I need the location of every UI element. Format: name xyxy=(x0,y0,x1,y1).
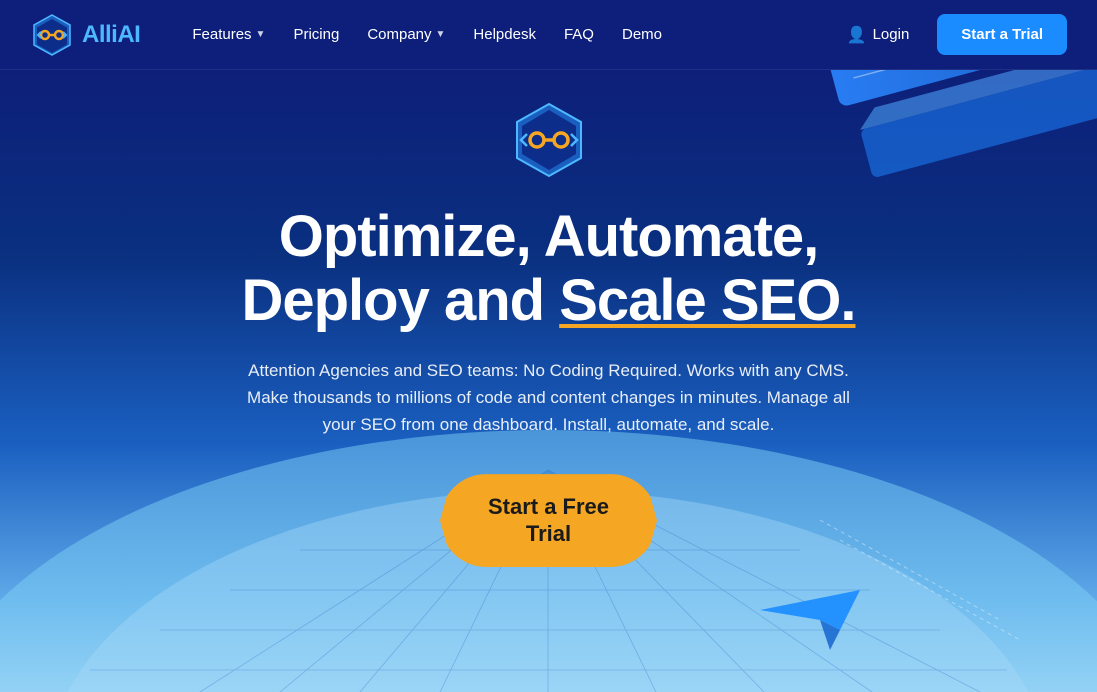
start-trial-button[interactable]: Start a Trial xyxy=(937,14,1067,55)
hero-headline: Optimize, Automate, Deploy and Scale SEO… xyxy=(239,205,859,333)
logo[interactable]: AlliAI xyxy=(30,13,140,57)
hero-subtitle: Attention Agencies and SEO teams: No Cod… xyxy=(239,357,859,439)
start-free-trial-button[interactable]: Start a FreeTrial xyxy=(440,474,657,567)
hero-content: Optimize, Automate, Deploy and Scale SEO… xyxy=(219,100,879,567)
features-dropdown-arrow: ▼ xyxy=(256,29,266,40)
login-button[interactable]: 👤 Login xyxy=(835,17,922,53)
logo-icon xyxy=(30,13,74,57)
nav-demo[interactable]: Demo xyxy=(610,18,674,51)
user-icon: 👤 xyxy=(847,25,867,45)
nav-right: 👤 Login Start a Trial xyxy=(835,14,1067,55)
navbar: AlliAI Features ▼ Pricing Company ▼ Help… xyxy=(0,0,1097,70)
nav-helpdesk[interactable]: Helpdesk xyxy=(461,18,548,51)
nav-links: Features ▼ Pricing Company ▼ Helpdesk FA… xyxy=(180,18,834,51)
nav-features[interactable]: Features ▼ xyxy=(180,18,277,51)
company-dropdown-arrow: ▼ xyxy=(436,29,446,40)
hero-logo-icon xyxy=(509,100,589,180)
nav-company[interactable]: Company ▼ xyxy=(355,18,457,51)
headline-underlined: Scale SEO. xyxy=(559,268,855,333)
nav-pricing[interactable]: Pricing xyxy=(281,18,351,51)
logo-text: AlliAI xyxy=(82,21,140,49)
hero-section: Optimize, Automate, Deploy and Scale SEO… xyxy=(0,70,1097,692)
nav-faq[interactable]: FAQ xyxy=(552,18,606,51)
